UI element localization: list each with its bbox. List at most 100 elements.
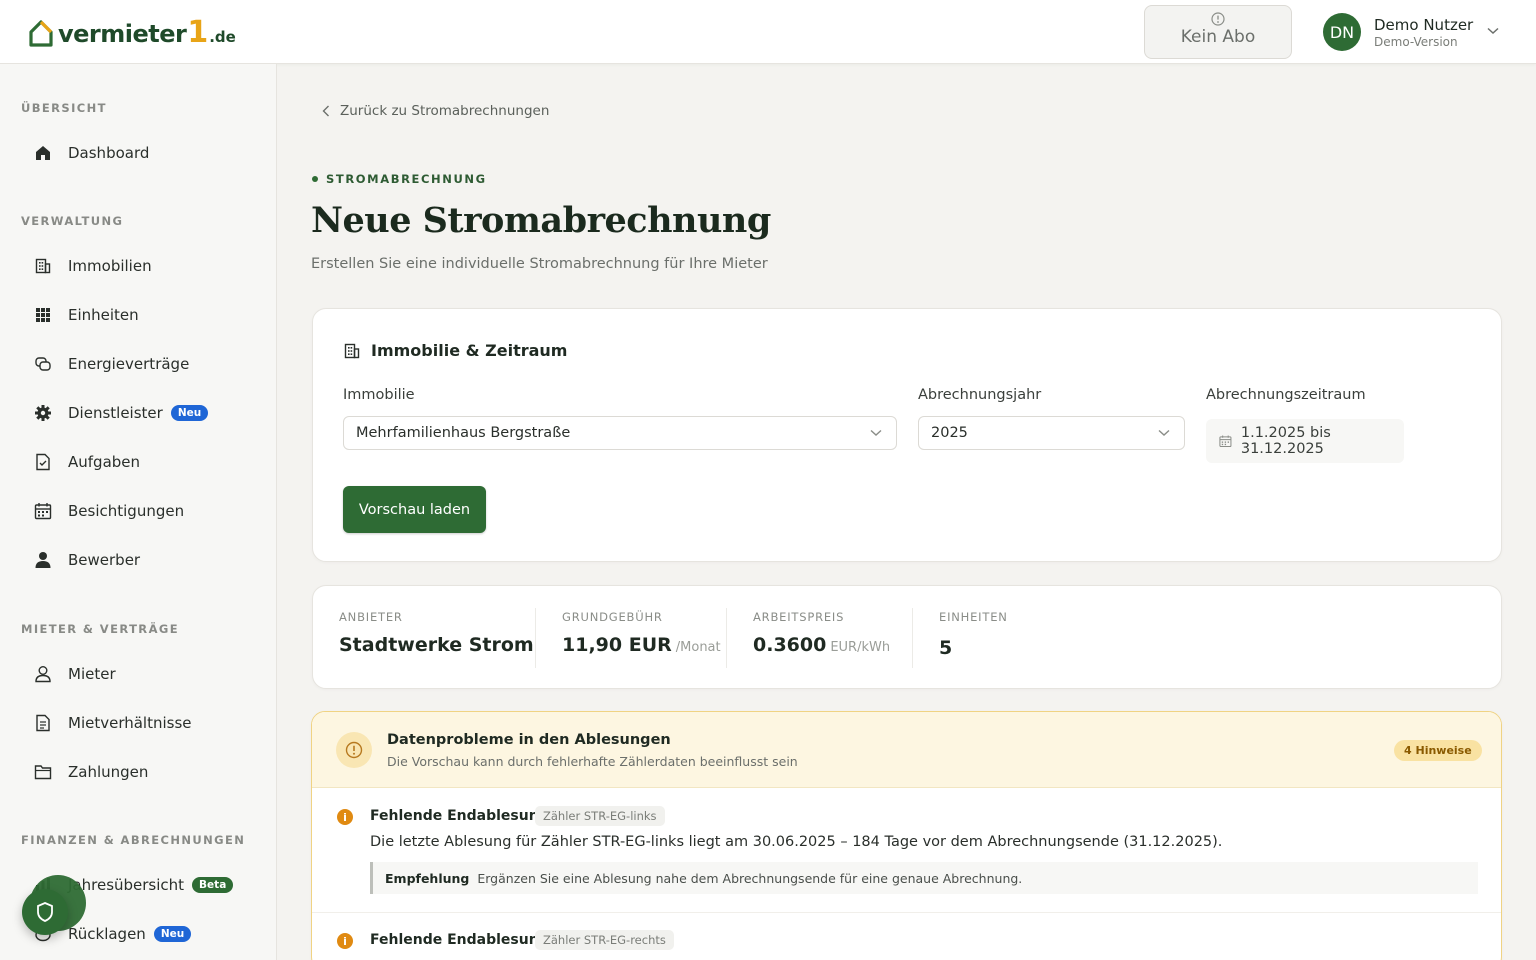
property-select-value: Mehrfamilienhaus Bergstraße	[356, 425, 571, 441]
price-unit: EUR/kWh	[830, 640, 891, 655]
page-eyebrow: STROMABRECHNUNG	[312, 172, 487, 186]
calendar-icon	[32, 500, 54, 522]
load-preview-button[interactable]: Vorschau laden	[343, 486, 486, 533]
divider	[912, 608, 913, 668]
sidebar-item-mieter[interactable]: Mieter	[32, 660, 116, 688]
card-heading: Immobilie & Zeitraum	[343, 341, 567, 360]
building-icon	[32, 255, 54, 277]
building-icon	[344, 343, 360, 358]
chevron-down-icon	[870, 429, 882, 436]
data-issues-card: Datenprobleme in den Ablesungen Die Vors…	[311, 711, 1502, 960]
person-icon	[32, 549, 54, 571]
sidebar-item-einheiten[interactable]: Einheiten	[32, 301, 139, 329]
sidebar-item-label: Aufgaben	[68, 453, 141, 471]
recommendation-box: Empfehlung Ergänzen Sie eine Ablesung na…	[370, 862, 1478, 894]
stat-label: GRUNDGEBÜHR	[562, 610, 663, 624]
property-label: Immobilie	[343, 387, 415, 403]
stat-value: 0.3600 EUR/kWh	[753, 634, 890, 656]
sidebar-item-label: Rücklagen	[68, 925, 146, 943]
beta-badge: Beta	[192, 877, 234, 893]
house-logo-icon	[29, 20, 53, 47]
back-link[interactable]: Zurück zu Stromabrechnungen	[322, 103, 549, 119]
sidebar-item-label: Zahlungen	[68, 763, 149, 781]
section-title-overview: ÜBERSICHT	[21, 101, 107, 115]
sidebar-item-mietverhaeltnisse[interactable]: Mietverhältnisse	[32, 709, 192, 737]
sidebar-item-label: Immobilien	[68, 257, 152, 275]
sidebar-item-label: Besichtigungen	[68, 502, 185, 520]
recommendation-label: Empfehlung	[385, 870, 470, 886]
stat-label: ANBIETER	[339, 610, 403, 624]
new-badge: Neu	[170, 405, 209, 421]
base-fee-value: 11,90 EUR	[562, 634, 672, 656]
section-title-finance: FINANZEN & ABRECHNUNGEN	[21, 833, 246, 847]
warning-subtitle: Die Vorschau kann durch fehlerhafte Zähl…	[387, 754, 798, 769]
user-subtitle: Demo-Version	[1374, 34, 1458, 49]
sidebar-item-besichtigungen[interactable]: Besichtigungen	[32, 497, 184, 525]
sidebar-item-label: Jahresübersicht	[68, 876, 185, 894]
page-title: Neue Stromabrechnung	[311, 200, 771, 241]
period-value: 1.1.2025 bis 31.12.2025	[1240, 425, 1331, 457]
calendar-icon	[1219, 435, 1232, 448]
issue-description: Die letzte Ablesung für Zähler STR-EG-li…	[370, 834, 1223, 850]
sidebar-item-zahlungen[interactable]: Zahlungen	[32, 758, 148, 786]
logo-domain: .de	[209, 28, 236, 46]
new-badge: Neu	[153, 926, 192, 942]
subscription-label: Kein Abo	[1180, 27, 1256, 47]
warning-icon	[336, 732, 372, 768]
document-icon	[32, 712, 54, 734]
user-menu[interactable]: DN Demo Nutzer Demo-Version	[1323, 13, 1499, 51]
logo-text: vermieter	[58, 20, 187, 48]
chevron-down-icon[interactable]	[1487, 27, 1499, 35]
stat-value: Stadtwerke Strom	[339, 634, 534, 656]
sidebar-item-dashboard[interactable]: Dashboard	[32, 139, 149, 167]
gear-icon	[32, 402, 54, 424]
warning-title: Datenprobleme in den Ablesungen	[387, 732, 671, 748]
recommendation-text: Ergänzen Sie eine Ablesung nahe dem Abre…	[477, 870, 1023, 886]
user-name: Demo Nutzer	[1374, 15, 1474, 34]
privacy-shield-button[interactable]	[22, 889, 68, 935]
price-value: 0.3600	[753, 634, 827, 656]
grid-icon	[32, 304, 54, 326]
stat-label: EINHEITEN	[939, 610, 1008, 624]
period-display: 1.1.2025 bis 31.12.2025	[1206, 419, 1404, 463]
year-select-value: 2025	[931, 425, 968, 441]
year-select[interactable]: 2025	[918, 416, 1185, 450]
shield-icon	[37, 902, 53, 922]
avatar: DN	[1323, 13, 1361, 51]
subscription-status-button[interactable]: Kein Abo	[1144, 5, 1292, 59]
property-period-card: Immobilie & Zeitraum Immobilie Mehrfamil…	[312, 308, 1502, 562]
year-label: Abrechnungsjahr	[918, 387, 1042, 403]
divider	[312, 912, 1501, 913]
info-icon	[1211, 12, 1225, 26]
hint-count-badge: 4 Hinweise	[1394, 740, 1482, 761]
base-fee-unit: /Monat	[675, 640, 721, 655]
divider	[726, 608, 727, 668]
alert-icon: i	[337, 933, 353, 949]
sidebar: ÜBERSICHT Dashboard VERWALTUNG Immobilie…	[0, 64, 277, 960]
user-icon	[32, 663, 54, 685]
sidebar-item-immobilien[interactable]: Immobilien	[32, 252, 152, 280]
sidebar-item-energievertraege[interactable]: Energieverträge	[32, 350, 189, 378]
property-select[interactable]: Mehrfamilienhaus Bergstraße	[343, 416, 897, 450]
top-bar: vermieter 1 .de Kein Abo DN Demo Nutzer …	[0, 0, 1536, 64]
stat-value: 11,90 EUR/Monat	[562, 634, 721, 656]
sidebar-item-dienstleister[interactable]: Dienstleister Neu	[32, 399, 209, 427]
eyebrow-label: STROMABRECHNUNG	[326, 172, 487, 186]
sidebar-item-bewerber[interactable]: Bewerber	[32, 546, 140, 574]
chevron-left-icon	[322, 105, 329, 117]
meter-tag: Zähler STR-EG-links	[535, 806, 665, 826]
logo[interactable]: vermieter 1 .de	[28, 16, 236, 48]
divider	[535, 608, 536, 668]
warning-header: Datenprobleme in den Ablesungen Die Vors…	[312, 712, 1501, 788]
sidebar-item-label: Einheiten	[68, 306, 139, 324]
logo-number: 1	[187, 15, 209, 50]
sidebar-item-aufgaben[interactable]: Aufgaben	[32, 448, 140, 476]
sidebar-item-label: Dashboard	[68, 144, 150, 162]
issue-title: Fehlende Endablesung	[370, 932, 549, 948]
sidebar-item-label: Dienstleister	[68, 404, 163, 422]
stat-value: 5	[939, 637, 953, 659]
back-link-label: Zurück zu Stromabrechnungen	[340, 103, 550, 119]
page-subtitle: Erstellen Sie eine individuelle Stromabr…	[311, 256, 768, 272]
chevron-down-icon	[1158, 429, 1170, 436]
home-icon	[32, 142, 54, 164]
